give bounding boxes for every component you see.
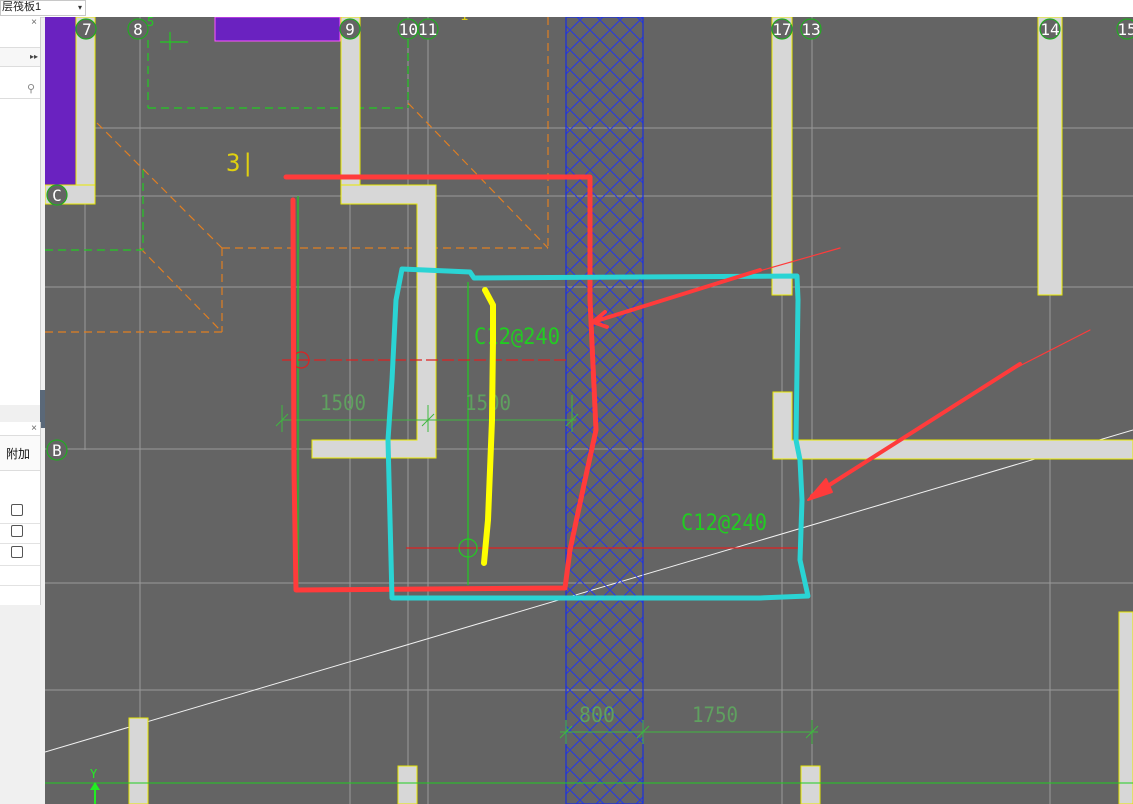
grid-axis-label: C [52, 186, 62, 205]
rebar-spec-label: C12@240 [474, 325, 560, 350]
dimension-label: 1750 [692, 703, 738, 727]
cad-drawing-canvas[interactable]: 7 8 9 1011 17 13 14 15 C B 3| 1 5 [45, 17, 1133, 804]
grid-axis-label: 1011 [399, 20, 438, 39]
column-header-label: 附加 [6, 447, 31, 461]
axis-y-label: Y [90, 767, 98, 781]
row-divider [0, 523, 40, 524]
top-mark-label: 1 [460, 17, 468, 24]
top-side-panel: × ▸▸ ⚲ [0, 17, 41, 405]
purple-slab-block [45, 17, 76, 185]
expand-icon[interactable]: ▸▸ [30, 52, 38, 61]
dimension-label: 1500 [465, 391, 511, 415]
room-label: 3| [226, 149, 255, 177]
panel-search-row[interactable]: ⚲ [0, 80, 40, 99]
grid-axis-label: 17 [772, 20, 791, 39]
red-arrow-thin-line [699, 247, 841, 289]
red-markup-box [283, 174, 599, 593]
chevron-down-icon: ▾ [77, 3, 82, 12]
grid-axis-label: B [52, 441, 62, 460]
row-divider [0, 543, 40, 544]
row-checkbox[interactable] [11, 504, 23, 516]
column-header-row: 附加 [0, 435, 40, 471]
row-divider [0, 585, 40, 586]
grid-axis-label: 8 [133, 20, 143, 39]
dimension-label: 1500 [320, 391, 366, 415]
row-checkbox[interactable] [11, 525, 23, 537]
search-icon[interactable]: ⚲ [27, 82, 35, 95]
close-icon[interactable]: × [31, 17, 37, 28]
layer-dropdown[interactable]: 层筏板1 ▾ [0, 0, 86, 16]
grid-axis-label: 13 [801, 20, 820, 39]
row-divider [0, 565, 40, 566]
bottom-side-panel: × 附加 [0, 422, 41, 605]
layer-dropdown-value: 层筏板1 [2, 1, 42, 13]
panel-tab-strip[interactable]: ▸▸ [0, 47, 40, 67]
dimension-label: 800 [579, 703, 615, 727]
hatched-column-strip [565, 17, 644, 804]
grid-axis-label: 15 [1117, 20, 1133, 39]
row-checkbox[interactable] [11, 546, 23, 558]
purple-slab-block [214, 17, 341, 42]
grid-axis-label: 7 [82, 20, 92, 39]
y-axis-indicator: Y [90, 767, 100, 804]
close-icon[interactable]: × [31, 423, 37, 434]
green-cross-mark [160, 32, 188, 50]
cad-drawing[interactable]: 7 8 9 1011 17 13 14 15 C B 3| 1 5 [45, 17, 1133, 804]
rebar-spec-label: C12@240 [681, 511, 767, 536]
grid-axis-label: 14 [1040, 20, 1059, 39]
red-arrow-shaft [810, 362, 1022, 498]
small-mark-label: 5 [147, 17, 154, 29]
grid-axis-label: 9 [345, 20, 355, 39]
red-arrow-thin-line [999, 329, 1091, 377]
top-toolbar: 层筏板1 ▾ [0, 0, 1133, 18]
